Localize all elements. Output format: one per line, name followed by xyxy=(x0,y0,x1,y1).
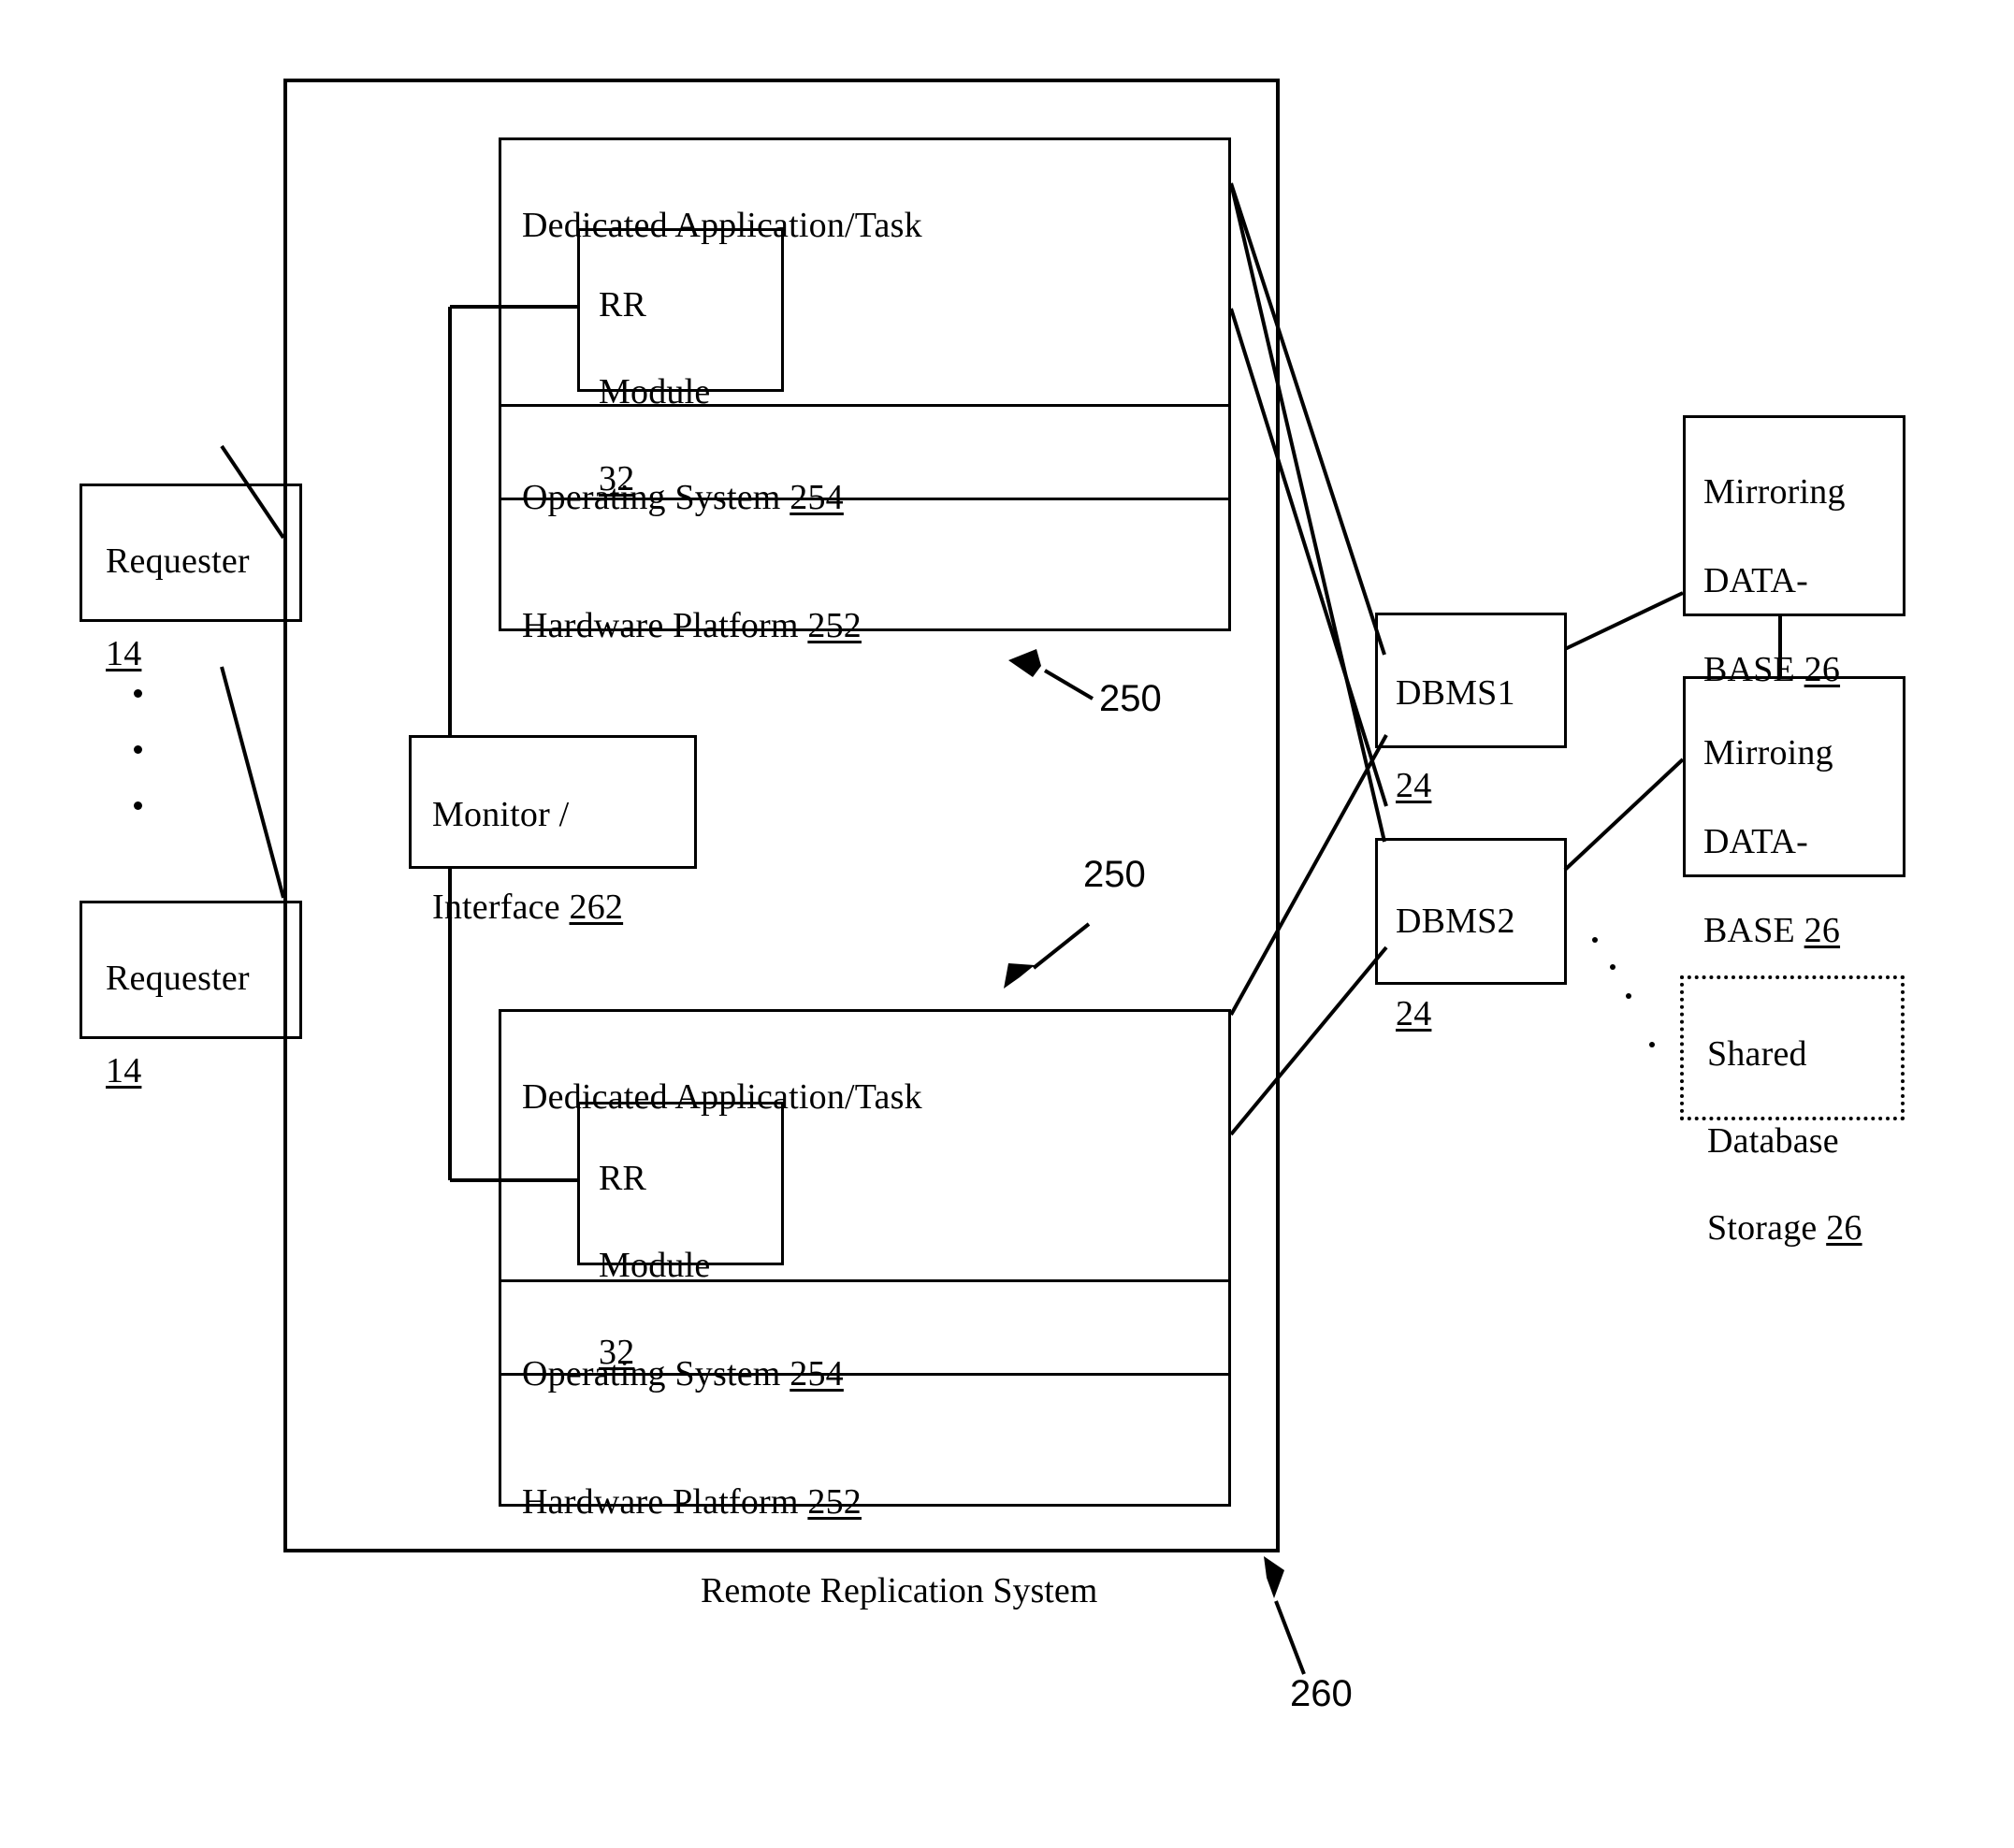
dbms1-name: DBMS1 xyxy=(1396,673,1515,714)
mirror-db-2-line-3: BASE xyxy=(1703,910,1804,950)
dbms2-label: DBMS2 24 xyxy=(1396,853,1573,1038)
requester-ref-1: 14 xyxy=(106,634,142,674)
hw-ref-1: 252 xyxy=(807,606,862,646)
hw-title-1: Hardware Platform xyxy=(522,606,808,646)
requester-name-1: Requester xyxy=(106,541,250,582)
hardware-platform-label-1: Hardware Platform 252 xyxy=(522,557,862,650)
reference-250-upper: 250 xyxy=(1099,678,1162,720)
ellipsis-dot xyxy=(1626,993,1631,999)
dbms2-ref: 24 xyxy=(1396,994,1432,1034)
monitor-line-2: Interface xyxy=(432,888,570,928)
hw-title-2: Hardware Platform xyxy=(522,1482,808,1523)
mirror-db-2-line-1: Mirroing xyxy=(1703,732,1833,772)
dbms2-name: DBMS2 xyxy=(1396,902,1515,942)
figure-caption: Remote Replication System xyxy=(701,1570,1097,1611)
monitor-ref: 262 xyxy=(569,888,624,928)
monitor-interface-label: Monitor / Interface 262 xyxy=(432,746,703,931)
mirroring-database-label-2: Mirroing DATA- BASE 26 xyxy=(1703,686,1919,953)
shared-line-1: Shared xyxy=(1707,1034,1807,1075)
ellipsis-dot xyxy=(1592,937,1598,943)
reference-250-upper-text: 250 xyxy=(1099,678,1162,719)
figure-reference-text: 260 xyxy=(1290,1673,1353,1714)
dbms1-ref: 24 xyxy=(1396,766,1432,806)
dbms1-label: DBMS1 24 xyxy=(1396,625,1573,810)
rr-module-line-2-a: RR xyxy=(599,1159,647,1199)
mirror-db-2-ref: 26 xyxy=(1804,910,1841,950)
rr-module-line-1-a: RR xyxy=(599,285,647,325)
mirror-db-1-line-2: DATA- xyxy=(1703,560,1808,600)
hardware-platform-label-2: Hardware Platform 252 xyxy=(522,1434,862,1526)
rr-module-line-1-b: Module xyxy=(599,372,711,412)
mirror-db-1-line-1: Mirroring xyxy=(1703,471,1846,512)
ellipsis-dot xyxy=(134,745,142,754)
shared-database-storage-label: Shared Database Storage 26 xyxy=(1707,989,1922,1249)
ellipsis-dot xyxy=(1610,964,1616,970)
ellipsis-dot xyxy=(134,801,142,810)
ellipsis-dot xyxy=(1649,1042,1655,1047)
monitor-line-1: Monitor / xyxy=(432,795,570,835)
requester-name-2: Requester xyxy=(106,959,250,999)
rr-module-line-2-b: Module xyxy=(599,1246,711,1286)
shared-line-2: Database xyxy=(1707,1121,1839,1162)
reference-250-lower: 250 xyxy=(1083,854,1146,896)
shared-line-3: Storage xyxy=(1707,1207,1827,1248)
requester-label-1: Requester 14 xyxy=(106,493,293,678)
requester-label-2: Requester 14 xyxy=(106,910,293,1095)
shared-ref: 26 xyxy=(1826,1207,1862,1248)
ellipsis-dot xyxy=(134,689,142,698)
hw-ref-2: 252 xyxy=(807,1482,862,1523)
figure-reference-number: 260 xyxy=(1290,1673,1353,1715)
mirroring-database-label-1: Mirroring DATA- BASE 26 xyxy=(1703,426,1919,692)
requester-ref-2: 14 xyxy=(106,1051,142,1091)
patent-figure-canvas: Requester 14 Requester 14 Monitor / Inte… xyxy=(0,0,2014,1848)
figure-caption-text: Remote Replication System xyxy=(701,1571,1098,1610)
reference-250-lower-text: 250 xyxy=(1083,854,1146,895)
mirror-db-2-line-2: DATA- xyxy=(1703,821,1808,861)
